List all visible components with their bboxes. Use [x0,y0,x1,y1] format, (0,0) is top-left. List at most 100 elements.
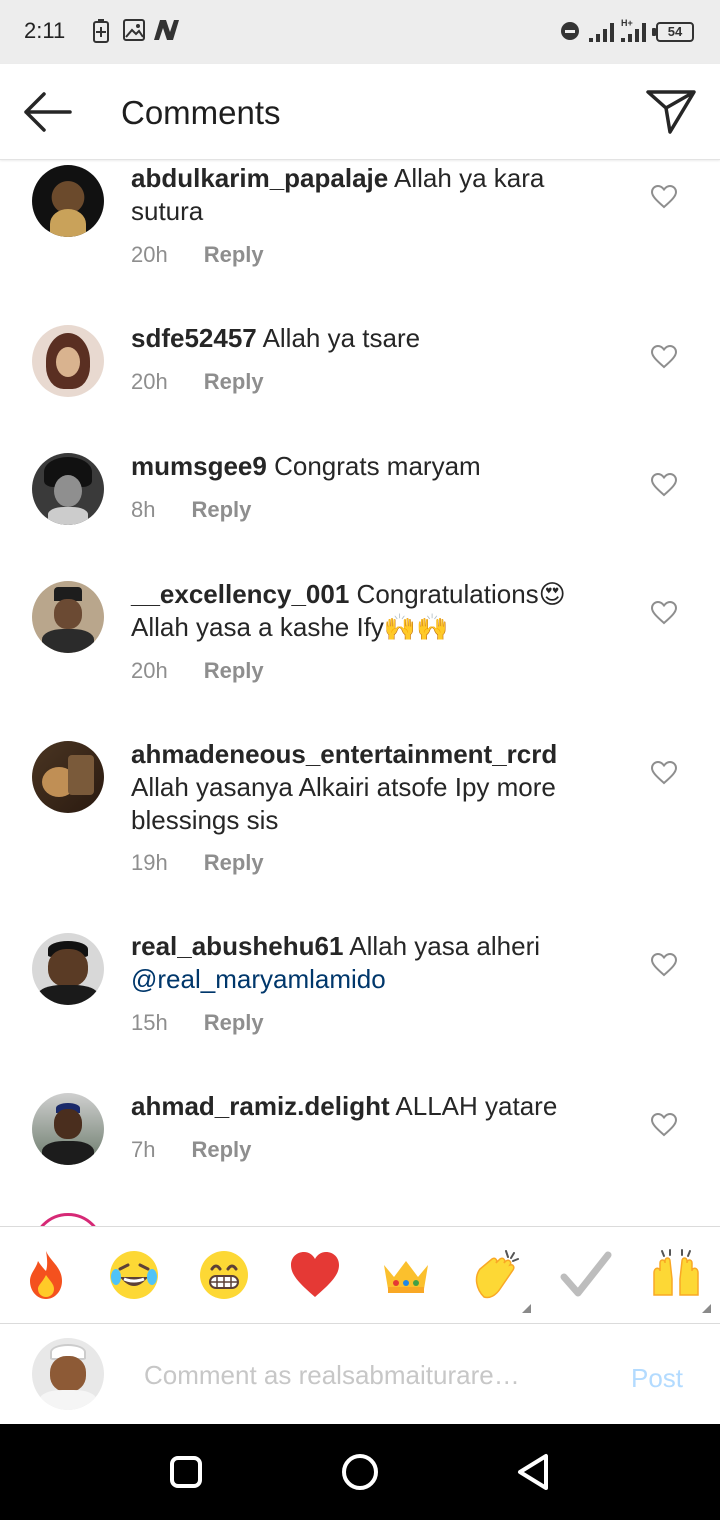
comment-mention[interactable]: @real_maryamlamido [131,964,386,994]
my-avatar [32,1338,104,1410]
avatar[interactable] [32,581,104,653]
battery-tip [652,28,656,36]
comment-message: Allah yasanya Alkairi atsofe Ipy more bl… [131,772,556,835]
comment-item: sdfe52457 Allah ya tsare 20h Reply [0,321,720,449]
comments-list[interactable]: abdulkarim_papalaje Allah ya kara sutura… [0,161,720,1226]
gallery-icon [123,19,145,41]
status-bar: 2:11 H+ 54 [0,0,720,64]
heart-icon[interactable] [651,185,677,209]
emoji-bar: 🔥 😂 😁 ❤️ 👑 [0,1226,720,1324]
comment-item: __excellency_001 Congratulations😍 Allah … [0,577,720,737]
svg-text:H+: H+ [621,18,633,28]
avatar[interactable] [32,453,104,525]
comment-username[interactable]: abdulkarim_papalaje [131,163,388,193]
comment-time: 20h [131,242,168,267]
recents-icon[interactable] [164,1450,208,1494]
heart-icon[interactable] [651,761,677,785]
back-icon[interactable] [512,1450,556,1494]
comment-meta: 15h Reply [131,1010,264,1036]
battery-level: 54 [667,24,683,39]
status-time: 2:11 [24,18,66,43]
header: Comments [0,64,720,160]
heart-icon[interactable] [651,473,677,497]
comment-username[interactable]: real_abushehu61 [131,931,343,961]
avatar[interactable] [32,741,104,813]
heart-icon[interactable] [651,345,677,369]
comment-username[interactable]: mumsgee9 [131,451,267,481]
red-heart-emoji[interactable]: ❤️ [289,1249,341,1301]
reply-button[interactable]: Reply [204,242,264,267]
avatar[interactable] [32,1093,104,1165]
send-button[interactable] [644,86,700,136]
comment-input[interactable] [144,1357,564,1393]
battery-saver-icon [93,19,109,43]
comment-username[interactable]: sdfe52457 [131,323,257,353]
avatar[interactable] [32,933,104,1005]
comment-username[interactable]: ahmadeneous_entertainment_rcrd [131,739,557,769]
check-mark-emoji[interactable]: ✔️ [560,1249,612,1301]
reply-button[interactable]: Reply [204,1010,264,1035]
comment-time: 19h [131,850,168,875]
avatar[interactable] [32,165,104,237]
comment-text: mumsgee9 Congrats maryam [131,450,601,483]
comment-username[interactable]: ahmad_ramiz.delight [131,1091,390,1121]
comment-time: 20h [131,658,168,683]
post-button[interactable]: Post [631,1363,683,1394]
reply-button[interactable]: Reply [204,850,264,875]
comment-meta: 20h Reply [131,658,264,684]
heart-icon[interactable] [651,1113,677,1137]
comment-meta: 19h Reply [131,850,264,876]
reply-button[interactable]: Reply [191,1137,251,1162]
reply-button[interactable]: Reply [204,658,264,683]
heart-icon[interactable] [651,601,677,625]
paper-plane-icon [646,90,696,134]
comment-text: sdfe52457 Allah ya tsare [131,322,601,355]
grinning-emoji[interactable]: 😁 [198,1249,250,1301]
navigation-bar [0,1424,720,1520]
home-icon[interactable] [338,1450,382,1494]
arrow-left-icon [24,92,72,132]
emoji-variants-indicator [522,1304,531,1313]
heart-icon[interactable] [651,953,677,977]
comment-time: 8h [131,497,156,522]
laughing-emoji[interactable]: 😂 [108,1249,160,1301]
signal-h-plus-icon: H+ [621,18,646,42]
comment-username[interactable]: __excellency_001 [131,579,349,609]
page-title: Comments [121,94,281,131]
reply-button[interactable]: Reply [204,369,264,394]
avatar[interactable] [32,325,104,397]
comment-text: ahmad_ramiz.delight ALLAH yatare [131,1090,601,1123]
comment-item: abdulkarim_papalaje Allah ya kara sutura… [0,161,720,321]
reply-button[interactable]: Reply [191,497,251,522]
comment-meta: 20h Reply [131,242,264,268]
comment-message: ALLAH yatare [395,1091,558,1121]
comment-text: real_abushehu61 Allah yasa alheri @real_… [131,930,601,996]
signal-icon [589,23,614,42]
comment-item: mumsgee9 Congrats maryam 8h Reply [0,449,720,577]
comment-time: 20h [131,369,168,394]
comment-message: Allah ya tsare [262,323,421,353]
raising-hands-icon [653,1249,699,1296]
comment-meta: 20h Reply [131,369,264,395]
fire-emoji[interactable]: 🔥 [20,1249,72,1301]
crown-emoji[interactable]: 👑 [380,1249,432,1301]
comment-text: __excellency_001 Congratulations😍 Allah … [131,578,601,644]
laughing-face-icon [110,1251,158,1299]
comment-message: Congrats maryam [274,451,481,481]
grinning-face-icon [200,1251,248,1299]
clapping-hands-emoji[interactable]: 👏 [470,1249,522,1301]
comment-message: Allah yasa alheri [349,931,541,961]
clapping-hands-icon [475,1250,519,1299]
crown-icon [384,1261,428,1293]
emoji-variants-indicator [702,1304,711,1313]
comment-text: ahmadeneous_entertainment_rcrd Allah yas… [131,738,601,837]
battery-icon: 54 [656,22,694,42]
raising-hands-emoji[interactable]: 🙌 [650,1249,702,1301]
n-app-icon [154,20,179,40]
comment-item: real_abushehu61 Allah yasa alheri @real_… [0,929,720,1089]
back-button[interactable] [20,90,76,134]
red-heart-icon [291,1252,339,1297]
comment-item: ahmad_ramiz.delight ALLAH yatare 7h Reply [0,1089,720,1217]
dnd-icon [561,22,579,40]
comment-time: 15h [131,1010,168,1035]
